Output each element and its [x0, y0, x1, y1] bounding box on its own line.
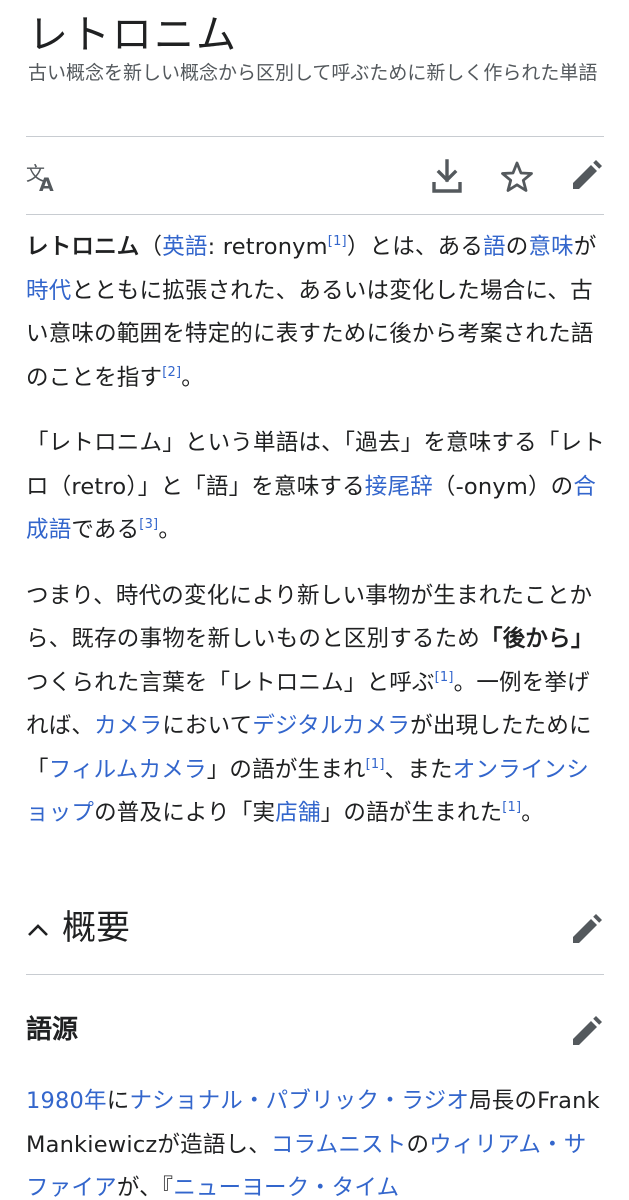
reference: [1]	[366, 757, 385, 772]
divider	[26, 136, 604, 137]
link-digital-camera[interactable]: デジタルカメラ	[252, 713, 410, 739]
reference-link[interactable]: [1]	[435, 670, 454, 685]
pencil-icon[interactable]	[570, 158, 604, 192]
link-npr[interactable]: ナショナル・パブリック・ラジオ	[129, 1088, 469, 1114]
divider	[26, 974, 604, 975]
translate-icon[interactable]: 文 A	[26, 160, 60, 194]
link-jidai[interactable]: 時代	[26, 278, 71, 304]
download-icon[interactable]	[430, 158, 464, 194]
divider	[26, 214, 604, 215]
pencil-icon[interactable]	[570, 912, 604, 946]
section-overview-header[interactable]: 概要	[26, 900, 606, 956]
reference-link[interactable]: [1]	[502, 800, 521, 815]
paragraph: 1980年にナショナル・パブリック・ラジオ局長のFrank Mankiewicz…	[26, 1088, 600, 1200]
reference-link[interactable]: [2]	[162, 365, 181, 380]
reference-link[interactable]: [1]	[366, 757, 385, 772]
paragraph: 「レトロニム」という単語は、「過去」を意味する「レトロ（retro）」と「語」を…	[26, 430, 605, 543]
link-setsubiji[interactable]: 接尾辞	[365, 474, 433, 500]
chevron-up-icon[interactable]	[26, 918, 50, 942]
reference-link[interactable]: [1]	[328, 234, 347, 249]
etymology-body: 1980年にナショナル・パブリック・ラジオ局長のFrank Mankiewicz…	[26, 1080, 606, 1200]
page-description: 古い概念を新しい概念から区別して呼ぶために新しく作られた単語	[28, 62, 598, 84]
subsection-title: 語源	[26, 1015, 79, 1045]
paragraph: レトロニム（英語: retronym[1]）とは、ある語の意味が時代とともに拡張…	[26, 234, 597, 391]
reference-link[interactable]: [3]	[139, 517, 158, 532]
reference: [1]	[328, 234, 347, 249]
link-tenpo[interactable]: 店舗	[275, 800, 320, 826]
section-title: 概要	[62, 908, 130, 948]
link-1980[interactable]: 1980年	[26, 1088, 107, 1114]
reference: [2]	[162, 365, 181, 380]
star-icon[interactable]	[500, 160, 534, 194]
link-imi[interactable]: 意味	[528, 234, 573, 260]
page-title: レトロニム	[28, 12, 238, 58]
bold-phrase: 「後から」	[480, 626, 594, 652]
link-film-camera[interactable]: フィルムカメラ	[49, 757, 207, 783]
reference: [3]	[139, 517, 158, 532]
reference: [1]	[502, 800, 521, 815]
reference: [1]	[435, 670, 454, 685]
link-columnist[interactable]: コラムニスト	[271, 1132, 407, 1158]
svg-text:A: A	[39, 174, 54, 194]
article-body: レトロニム（英語: retronym[1]）とは、ある語の意味が時代とともに拡張…	[26, 226, 606, 858]
link-camera[interactable]: カメラ	[94, 713, 162, 739]
pencil-icon[interactable]	[570, 1014, 604, 1048]
article-page: レトロニム 古い概念を新しい概念から区別して呼ぶために新しく作られた単語 文 A…	[0, 0, 629, 1200]
link-go[interactable]: 語	[483, 234, 506, 260]
link-eigo[interactable]: 英語	[162, 234, 207, 260]
link-new-york-times[interactable]: ニューヨーク・タイム	[173, 1175, 399, 1200]
bold-term: レトロニム	[26, 234, 140, 260]
paragraph: つまり、時代の変化により新しい事物が生まれたことから、既存の事物を新しいものと区…	[26, 582, 594, 827]
